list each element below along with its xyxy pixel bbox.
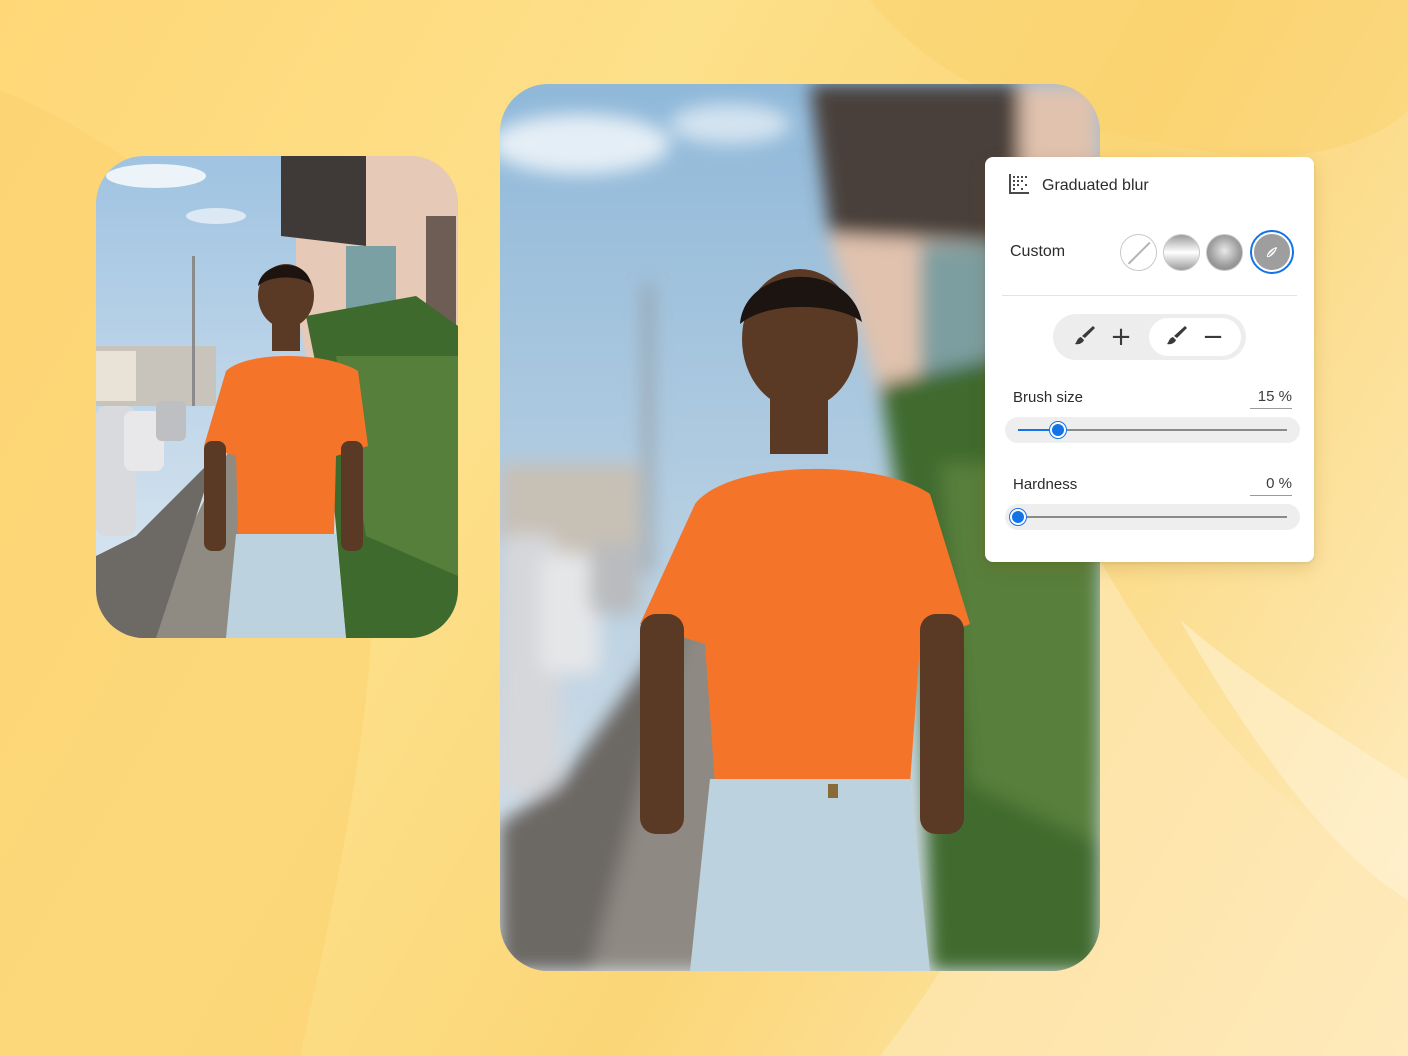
panel-title: Graduated blur (1042, 177, 1149, 194)
hardness-label: Hardness (1013, 476, 1078, 493)
brush-size-label: Brush size (1013, 389, 1084, 406)
preset-row: Custom (1010, 230, 1294, 274)
hardness-slider[interactable] (1005, 504, 1300, 530)
brush-icon (1074, 324, 1096, 351)
graduated-blur-icon (1009, 173, 1029, 199)
preset-linear-button[interactable] (1163, 233, 1200, 271)
brush-add-button[interactable]: + (1057, 318, 1149, 356)
brush-size-slider-thumb[interactable] (1050, 422, 1067, 438)
graduated-blur-panel: Graduated blur Custom + − Brush size 15 … (985, 157, 1314, 562)
preset-custom-button[interactable] (1250, 230, 1294, 274)
slider-track (1018, 422, 1287, 438)
subtract-symbol: − (1202, 322, 1224, 352)
brush-icon (1166, 324, 1188, 351)
brush-subtract-button[interactable]: − (1149, 318, 1241, 356)
preset-none-button[interactable] (1120, 233, 1157, 271)
divider (1002, 295, 1297, 296)
original-photo (96, 156, 458, 638)
blur-preset-group (1120, 230, 1294, 274)
preset-label: Custom (1010, 243, 1066, 260)
preset-radial-button[interactable] (1206, 233, 1243, 271)
slider-track (1010, 509, 1287, 525)
hardness-slider-thumb[interactable] (1010, 509, 1026, 525)
panel-header: Graduated blur (1009, 173, 1149, 199)
brush-mode-toggle: + − (1053, 314, 1246, 360)
add-symbol: + (1110, 322, 1132, 352)
custom-brush-icon (1254, 234, 1290, 270)
brush-size-slider[interactable] (1005, 417, 1300, 443)
brush-size-value-field[interactable]: 15 % (1250, 388, 1292, 409)
hardness-value-field[interactable]: 0 % (1250, 475, 1292, 496)
